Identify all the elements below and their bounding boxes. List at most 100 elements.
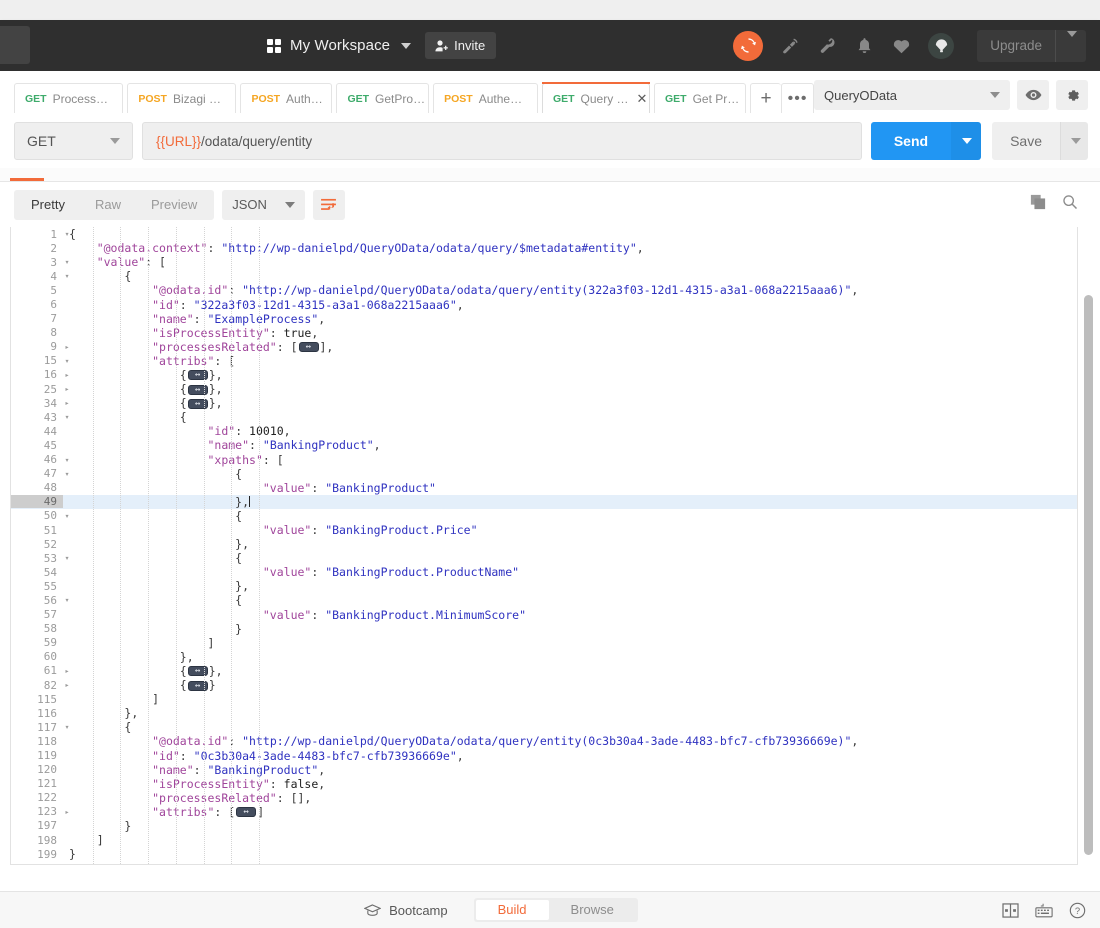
collapsed-region-badge[interactable] (298, 340, 319, 354)
upgrade-chevron-down-icon[interactable] (1056, 30, 1086, 62)
code-line[interactable]: 119 "id": "0c3b30a4-3ade-4483-bfc7-cfb73… (11, 748, 1077, 763)
save-button[interactable]: Save (992, 122, 1060, 160)
code-line[interactable]: 16▸ {}, (11, 368, 1077, 383)
code-line[interactable]: 34▸ {}, (11, 396, 1077, 411)
code-line[interactable]: 198 ] (11, 833, 1077, 847)
response-view-raw[interactable]: Raw (80, 190, 136, 220)
code-line[interactable]: 5 "@odata.id": "http://wp-danielpd/Query… (11, 283, 1077, 297)
request-tab-0[interactable]: GET Process… (14, 83, 124, 113)
response-format-selector[interactable]: JSON (222, 189, 305, 220)
code-line[interactable]: 48 "value": "BankingProduct" (11, 481, 1077, 495)
manage-environments-button[interactable] (1056, 80, 1088, 110)
workspace-selector[interactable]: My Workspace (267, 37, 412, 54)
collapsed-region-badge[interactable] (187, 397, 208, 411)
code-line[interactable]: 1 ▾{ (11, 227, 1077, 241)
mode-build[interactable]: Build (475, 900, 549, 920)
code-line[interactable]: 121 "isProcessEntity": false, (11, 777, 1077, 791)
code-line[interactable]: 47 ▾ { (11, 467, 1077, 481)
code-line[interactable]: 52 }, (11, 537, 1077, 551)
response-body-viewer[interactable]: 1 ▾{2 "@odata.context": "http://wp-daniel… (10, 227, 1078, 865)
code-line[interactable]: 43 ▾ { (11, 410, 1077, 424)
request-tab-6[interactable]: GET Get Pr… (654, 83, 746, 113)
code-line[interactable]: 7 "name": "ExampleProcess", (11, 312, 1077, 326)
whats-new-button[interactable] (928, 32, 955, 59)
code-line[interactable]: 56 ▾ { (11, 593, 1077, 607)
code-line[interactable]: 3 ▾ "value": [ (11, 255, 1077, 269)
environment-selector[interactable]: QueryOData (814, 80, 1010, 110)
code-line[interactable]: 15 ▾ "attribs": [ (11, 354, 1077, 368)
two-pane-layout-button[interactable] (1002, 902, 1019, 918)
sidebar-collapsed-nub[interactable] (0, 25, 30, 64)
request-tab-3[interactable]: GET GetPro… (336, 83, 430, 113)
collapsed-region-badge[interactable] (187, 664, 208, 678)
code-line[interactable]: 44 "id": 10010, (11, 424, 1077, 438)
bootcamp-button[interactable]: Bootcamp (364, 903, 448, 918)
request-url-input[interactable]: {{URL}}/odata/query/entity (142, 122, 862, 160)
favorites-button[interactable] (891, 36, 911, 56)
http-method-label: GET (27, 133, 56, 149)
copy-response-button[interactable] (1030, 194, 1046, 215)
code-line[interactable]: 57 "value": "BankingProduct.MinimumScore… (11, 608, 1077, 622)
code-line[interactable]: 61▸ {}, (11, 664, 1077, 679)
code-line[interactable]: 54 "value": "BankingProduct.ProductName" (11, 565, 1077, 579)
code-line[interactable]: 118 "@odata.id": "http://wp-danielpd/Que… (11, 734, 1077, 748)
code-line[interactable]: 51 "value": "BankingProduct.Price" (11, 523, 1077, 537)
new-tab-button[interactable]: + (750, 83, 782, 113)
request-tab-1[interactable]: POST Bizagi … (127, 83, 237, 113)
code-line[interactable]: 199} (11, 847, 1077, 861)
code-line[interactable]: 60 }, (11, 650, 1077, 664)
tab-options-button[interactable]: ••• (781, 83, 814, 113)
code-line[interactable]: 58 } (11, 622, 1077, 636)
close-icon[interactable]: ✕ (637, 91, 648, 107)
code-line[interactable]: 49 }, (11, 494, 1077, 509)
code-line[interactable]: 8 "isProcessEntity": true, (11, 326, 1077, 340)
code-line[interactable]: 53 ▾ { (11, 551, 1077, 565)
save-options-button[interactable] (1060, 122, 1088, 160)
http-method-selector[interactable]: GET (14, 122, 133, 160)
help-button[interactable]: ? (1069, 902, 1086, 919)
code-line[interactable]: 4 ▾ { (11, 269, 1077, 283)
code-line[interactable]: 25▸ {}, (11, 382, 1077, 397)
settings-wrench-button[interactable] (817, 36, 837, 56)
upgrade-button[interactable]: Upgrade (977, 29, 1086, 62)
sync-button[interactable] (733, 30, 764, 61)
keyboard-shortcuts-button[interactable] (1035, 903, 1053, 918)
invite-label: Invite (454, 38, 486, 53)
request-tab-4[interactable]: POST Authe… (433, 83, 538, 113)
request-tab-5-active[interactable]: GET Query … ✕ (541, 82, 651, 113)
request-tab-2[interactable]: POST Auth… (240, 83, 333, 113)
code-line[interactable]: 45 "name": "BankingProduct", (11, 438, 1077, 452)
response-vertical-scrollbar[interactable] (1084, 295, 1093, 855)
code-line[interactable]: 6 "id": "322a3f03-12d1-4315-a3a1-068a221… (11, 297, 1077, 312)
word-wrap-button[interactable] (312, 189, 345, 220)
code-line[interactable]: 9▸ "processesRelated": [], (11, 340, 1077, 355)
code-line[interactable]: 116 }, (11, 706, 1077, 720)
code-line[interactable]: 82▸ {} (11, 678, 1077, 693)
invite-button[interactable]: Invite (425, 32, 497, 59)
code-line[interactable]: 46 ▾ "xpaths": [ (11, 453, 1077, 467)
code-line[interactable]: 120 "name": "BankingProduct", (11, 763, 1077, 777)
api-network-button[interactable] (780, 36, 800, 56)
notifications-button[interactable] (854, 36, 874, 56)
collapsed-region-badge[interactable] (187, 383, 208, 397)
environment-quick-look-button[interactable] (1017, 80, 1049, 110)
search-response-button[interactable] (1062, 194, 1078, 215)
code-line[interactable]: 123▸ "attribs": [] (11, 805, 1077, 820)
code-line[interactable]: 59 ] (11, 636, 1077, 650)
code-line[interactable]: 122 "processesRelated": [], (11, 791, 1077, 805)
collapsed-region-badge[interactable] (236, 805, 257, 819)
json-string: "http://wp-danielpd/QueryOData/odata/que… (242, 734, 852, 749)
code-line[interactable]: 2 "@odata.context": "http://wp-danielpd/… (11, 241, 1077, 255)
code-line[interactable]: 115 ] (11, 692, 1077, 706)
collapsed-region-badge[interactable] (187, 679, 208, 693)
response-view-preview[interactable]: Preview (136, 190, 212, 220)
response-view-pretty[interactable]: Pretty (16, 190, 80, 220)
code-line[interactable]: 197 } (11, 819, 1077, 833)
send-options-button[interactable] (951, 122, 982, 160)
code-line[interactable]: 117 ▾ { (11, 720, 1077, 734)
code-line[interactable]: 50 ▾ { (11, 509, 1077, 523)
send-button[interactable]: Send (870, 122, 952, 160)
collapsed-region-badge[interactable] (187, 368, 208, 382)
mode-browse[interactable]: Browse (549, 900, 636, 920)
code-line[interactable]: 55 }, (11, 579, 1077, 593)
